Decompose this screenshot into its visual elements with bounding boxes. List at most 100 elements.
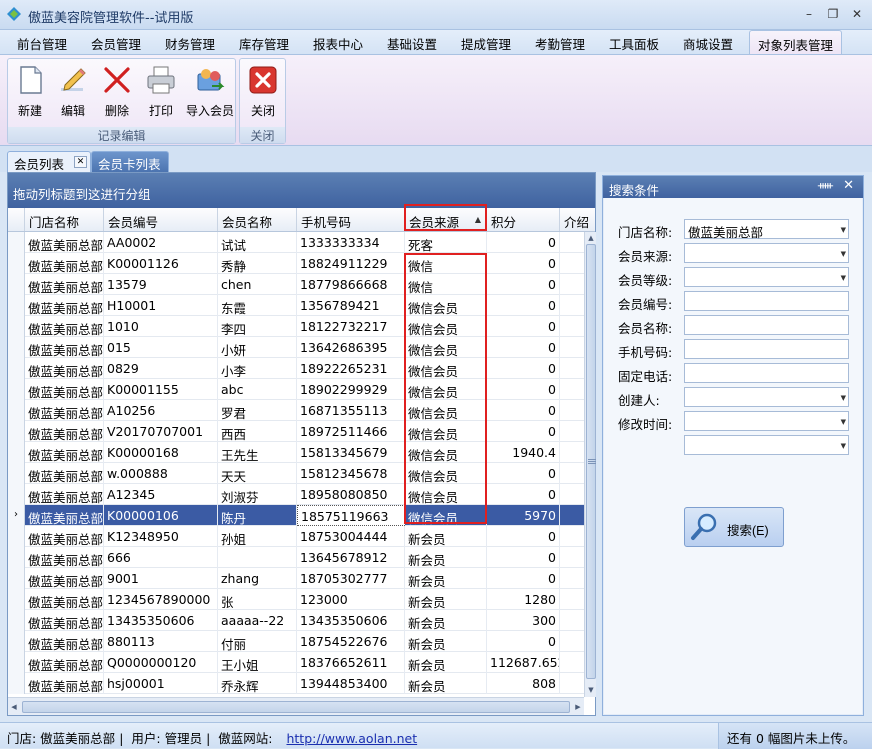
cell-member-no[interactable]: 666 [104, 547, 218, 568]
cell-store-name[interactable]: 傲蓝美丽总部 [25, 652, 104, 673]
delete-button[interactable]: 删除 [95, 62, 139, 119]
cell-member-source[interactable]: 新会员 [405, 610, 487, 631]
cell-points[interactable]: 0 [487, 400, 560, 421]
cell-member-source[interactable]: 新会员 [405, 631, 487, 652]
website-link[interactable]: http://www.aolan.net [286, 731, 417, 746]
cell-store-name[interactable]: 傲蓝美丽总部 [25, 547, 104, 568]
cell-member-source[interactable]: 新会员 [405, 589, 487, 610]
cell-member-name[interactable]: 张 [218, 589, 297, 610]
close-tab-icon[interactable]: ✕ [74, 156, 87, 168]
chevron-down-icon[interactable]: ▼ [841, 226, 846, 234]
member-level-combo[interactable]: ▼ [684, 267, 849, 287]
row-indicator[interactable] [8, 337, 25, 358]
cell-phone[interactable]: 18824911229 [297, 253, 405, 274]
cell-phone[interactable]: 18972511466 [297, 421, 405, 442]
cell-store-name[interactable]: 傲蓝美丽总部 [25, 337, 104, 358]
member-name-field[interactable] [684, 315, 849, 335]
cell-phone[interactable]: 18779866668 [297, 274, 405, 295]
cell-member-name[interactable]: 天天 [218, 463, 297, 484]
group-by-panel[interactable]: 拖动列标题到这进行分组 [8, 173, 595, 208]
modified-time-end-combo[interactable]: ▼ [684, 435, 849, 455]
cell-phone[interactable]: 18902299929 [297, 379, 405, 400]
cell-store-name[interactable]: 傲蓝美丽总部 [25, 358, 104, 379]
close-list-button[interactable]: 关闭 [241, 62, 285, 119]
table-row[interactable]: 傲蓝美丽总部 13579 chen 18779866668 微信 0 [8, 274, 584, 295]
row-indicator[interactable] [8, 484, 25, 505]
cell-points[interactable]: 0 [487, 463, 560, 484]
cell-member-source[interactable]: 死客 [405, 232, 487, 253]
cell-member-no[interactable]: AA0002 [104, 232, 218, 253]
col-introducer[interactable]: 介绍 [560, 208, 595, 231]
cell-store-name[interactable]: 傲蓝美丽总部 [25, 295, 104, 316]
table-row[interactable]: 傲蓝美丽总部 0829 小李 18922265231 微信会员 0 [8, 358, 584, 379]
table-row[interactable]: 傲蓝美丽总部 K12348950 孙姐 18753004444 新会员 0 [8, 526, 584, 547]
chevron-down-icon[interactable]: ▼ [841, 274, 846, 282]
cell-points[interactable]: 0 [487, 568, 560, 589]
row-indicator[interactable] [8, 610, 25, 631]
row-indicator[interactable] [8, 400, 25, 421]
cell-points[interactable]: 0 [487, 631, 560, 652]
edit-button[interactable]: 编辑 [51, 62, 95, 119]
cell-member-name[interactable]: 王先生 [218, 442, 297, 463]
cell-member-name[interactable]: 付丽 [218, 631, 297, 652]
col-member-name[interactable]: 会员名称 [218, 208, 297, 231]
cell-store-name[interactable]: 傲蓝美丽总部 [25, 253, 104, 274]
cell-member-no[interactable]: w.000888 [104, 463, 218, 484]
cell-member-no[interactable]: 0829 [104, 358, 218, 379]
cell-points[interactable]: 0 [487, 421, 560, 442]
cell-store-name[interactable]: 傲蓝美丽总部 [25, 610, 104, 631]
cell-store-name[interactable]: 傲蓝美丽总部 [25, 484, 104, 505]
row-indicator[interactable] [8, 316, 25, 337]
cell-phone[interactable]: 1356789421 [297, 295, 405, 316]
cell-member-name[interactable]: 罗君 [218, 400, 297, 421]
cell-member-name[interactable]: 小妍 [218, 337, 297, 358]
cell-points[interactable]: 112687.652 [487, 652, 560, 673]
cell-member-no[interactable]: K00001155 [104, 379, 218, 400]
tab-basic-settings[interactable]: 基础设置 [387, 34, 437, 53]
cell-phone[interactable]: 13645678912 [297, 547, 405, 568]
member-source-combo[interactable]: ▼ [684, 243, 849, 263]
cell-member-name[interactable]: 秀静 [218, 253, 297, 274]
cell-member-no[interactable]: 880113 [104, 631, 218, 652]
row-indicator[interactable] [8, 358, 25, 379]
cell-points[interactable]: 0 [487, 379, 560, 400]
cell-member-no[interactable]: K12348950 [104, 526, 218, 547]
cell-points[interactable]: 0 [487, 526, 560, 547]
cell-store-name[interactable]: 傲蓝美丽总部 [25, 673, 104, 694]
cell-member-source[interactable]: 新会员 [405, 547, 487, 568]
table-row[interactable]: 傲蓝美丽总部 015 小妍 13642686395 微信会员 0 [8, 337, 584, 358]
scroll-down-icon[interactable]: ▼ [585, 684, 597, 696]
cell-member-name[interactable]: chen [218, 274, 297, 295]
cell-member-source[interactable]: 新会员 [405, 673, 487, 694]
cell-member-no[interactable]: A12345 [104, 484, 218, 505]
cell-points[interactable]: 808 [487, 673, 560, 694]
cell-member-source[interactable]: 新会员 [405, 568, 487, 589]
table-row[interactable]: 傲蓝美丽总部 K00001155 abc 18902299929 微信会员 0 [8, 379, 584, 400]
cell-points[interactable]: 0 [487, 274, 560, 295]
cell-store-name[interactable]: 傲蓝美丽总部 [25, 442, 104, 463]
cell-member-no[interactable]: K00000168 [104, 442, 218, 463]
row-indicator[interactable] [8, 232, 25, 253]
cell-store-name[interactable]: 傲蓝美丽总部 [25, 631, 104, 652]
cell-points[interactable]: 0 [487, 253, 560, 274]
close-window-button[interactable]: ✕ [846, 5, 868, 23]
cell-member-source[interactable]: 新会员 [405, 526, 487, 547]
cell-member-no[interactable]: hsj00001 [104, 673, 218, 694]
cell-phone[interactable]: 13642686395 [297, 337, 405, 358]
cell-store-name[interactable]: 傲蓝美丽总部 [25, 421, 104, 442]
cell-store-name[interactable]: 傲蓝美丽总部 [25, 589, 104, 610]
tab-member-list[interactable]: 会员列表 ✕ [7, 151, 91, 172]
cell-member-source[interactable]: 新会员 [405, 652, 487, 673]
tab-commission[interactable]: 提成管理 [461, 34, 511, 53]
table-row[interactable]: 傲蓝美丽总部 V20170707001 西西 18972511466 微信会员 0 [8, 421, 584, 442]
cell-member-no[interactable]: K00001126 [104, 253, 218, 274]
tab-finance[interactable]: 财务管理 [165, 34, 215, 53]
cell-phone[interactable]: 18376652611 [297, 652, 405, 673]
row-indicator[interactable] [8, 589, 25, 610]
chevron-down-icon[interactable]: ▼ [841, 418, 846, 426]
cell-member-name[interactable] [218, 547, 297, 568]
row-indicator[interactable]: › [8, 505, 25, 526]
pin-icon[interactable]: ᚔ [818, 179, 833, 192]
minimize-button[interactable]: – [798, 5, 820, 23]
table-row[interactable]: 傲蓝美丽总部 w.000888 天天 15812345678 微信会员 0 [8, 463, 584, 484]
